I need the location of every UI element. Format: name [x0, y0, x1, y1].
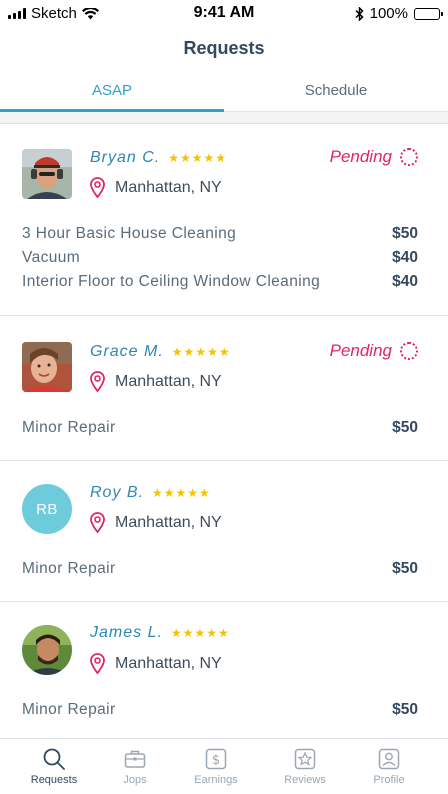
tab-asap[interactable]: ASAP — [0, 72, 224, 112]
location-text: Manhattan, NY — [115, 178, 222, 196]
service-price: $40 — [392, 273, 418, 290]
customer-name: James L. — [90, 624, 163, 641]
nav-label: Requests — [30, 774, 78, 786]
customer-name: Bryan C. — [90, 149, 161, 166]
service-price: $50 — [392, 419, 418, 436]
location-row: Manhattan, NY — [90, 653, 222, 674]
star-icon — [270, 746, 340, 772]
name-row: Bryan C. ★★★★★ — [90, 149, 227, 167]
location-pin-icon — [90, 177, 105, 198]
star-rating: ★★★★★ — [152, 486, 211, 500]
service-label: Interior Floor to Ceiling Window Cleanin… — [22, 273, 321, 290]
service-price: $50 — [392, 560, 418, 577]
battery-icon — [414, 7, 443, 20]
dollar-icon: $ — [181, 746, 251, 772]
location-text: Manhattan, NY — [115, 372, 222, 390]
avatar — [22, 625, 72, 675]
service-label: Minor Repair — [22, 419, 116, 436]
service-item: Minor Repair $50 — [22, 560, 418, 578]
star-rating: ★★★★★ — [171, 345, 231, 359]
nav-label: Profile — [373, 774, 405, 786]
name-row: Roy B. ★★★★★ — [90, 484, 211, 502]
nav-requests[interactable]: Requests — [19, 746, 89, 786]
bluetooth-icon — [355, 6, 364, 21]
service-item: Minor Repair $50 — [22, 701, 418, 719]
nav-label: Jops — [123, 774, 147, 786]
customer-name: Roy B. — [90, 484, 145, 501]
tab-bar: ASAP Schedule — [0, 72, 448, 112]
request-card[interactable]: RB Roy B. ★★★★★ Manhattan, NY Minor Repa… — [0, 461, 448, 602]
service-label: Minor Repair — [22, 701, 116, 718]
battery-percent: 100% — [369, 5, 408, 22]
svg-text:$: $ — [212, 753, 220, 768]
status-indicator: Pending — [330, 147, 418, 167]
service-price: $50 — [392, 225, 418, 242]
service-item: 3 Hour Basic House Cleaning $50 — [22, 225, 418, 243]
nav-label: Reviews — [284, 774, 326, 786]
location-row: Manhattan, NY — [90, 371, 222, 392]
star-rating: ★★★★★ — [170, 626, 230, 640]
status-indicator: Pending — [330, 341, 418, 361]
service-label: Vacuum — [22, 249, 81, 266]
avatar — [22, 149, 72, 199]
location-text: Manhattan, NY — [115, 513, 222, 531]
bottom-nav: Requests Jops $ Earnings Reviews Profile — [0, 738, 448, 794]
nav-earnings[interactable]: $ Earnings — [181, 746, 251, 786]
location-row: Manhattan, NY — [90, 177, 222, 198]
avatar-initials: RB — [22, 484, 72, 534]
location-pin-icon — [90, 653, 105, 674]
status-bar: Sketch 9:41 AM 100% — [0, 0, 448, 28]
status-right: 100% — [355, 5, 443, 22]
page-title: Requests — [183, 38, 265, 58]
tab-schedule[interactable]: Schedule — [224, 72, 448, 112]
pending-spinner-icon — [400, 342, 418, 360]
avatar — [22, 342, 72, 392]
customer-name: Grace M. — [90, 343, 164, 360]
request-card[interactable]: Bryan C. ★★★★★ Pending Manhattan, NY 3 H… — [0, 125, 448, 316]
nav-profile[interactable]: Profile — [354, 746, 424, 786]
service-price: $40 — [392, 249, 418, 266]
section-divider — [0, 112, 448, 124]
service-item: Minor Repair $50 — [22, 419, 418, 437]
name-row: James L. ★★★★★ — [90, 624, 230, 642]
service-label: 3 Hour Basic House Cleaning — [22, 225, 237, 242]
star-rating: ★★★★★ — [168, 151, 228, 165]
request-card[interactable]: James L. ★★★★★ Manhattan, NY Minor Repai… — [0, 602, 448, 738]
nav-label: Earnings — [194, 774, 238, 786]
nav-reviews[interactable]: Reviews — [270, 746, 340, 786]
pending-spinner-icon — [400, 148, 418, 166]
name-row: Grace M. ★★★★★ — [90, 343, 231, 361]
nav-jops[interactable]: Jops — [100, 746, 170, 786]
service-price: $50 — [392, 701, 418, 718]
search-icon — [19, 746, 89, 772]
profile-icon — [354, 746, 424, 772]
location-row: Manhattan, NY — [90, 512, 222, 533]
briefcase-icon — [100, 746, 170, 772]
location-pin-icon — [90, 512, 105, 533]
service-item: Vacuum $40 — [22, 249, 418, 267]
avatar-initials-text: RB — [36, 500, 58, 518]
status-badge: Pending — [329, 147, 392, 166]
service-label: Minor Repair — [22, 560, 116, 577]
service-item: Interior Floor to Ceiling Window Cleanin… — [22, 273, 418, 291]
status-badge: Pending — [329, 341, 392, 360]
request-card[interactable]: Grace M. ★★★★★ Pending Manhattan, NY Min… — [0, 316, 448, 461]
location-pin-icon — [90, 371, 105, 392]
location-text: Manhattan, NY — [115, 654, 222, 672]
